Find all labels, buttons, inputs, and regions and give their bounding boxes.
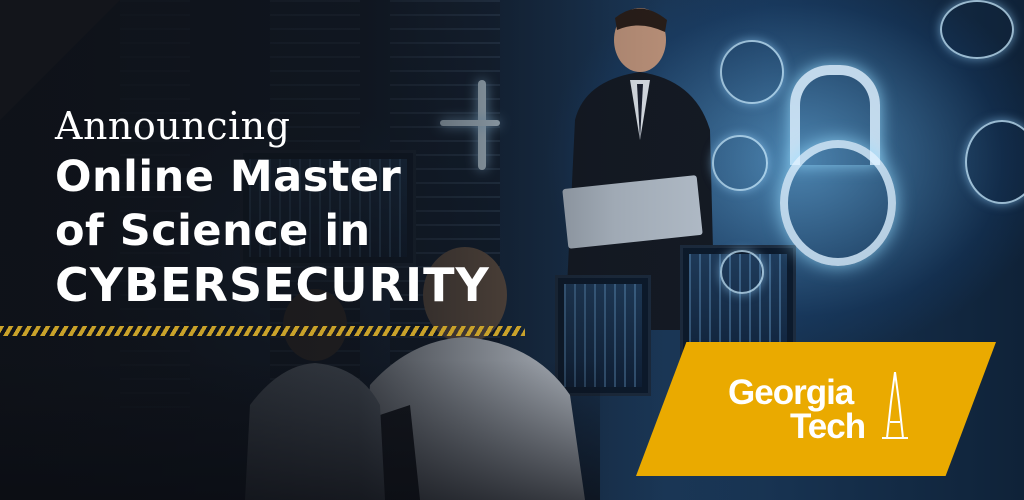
hero-banner: Announcing Online Master of Science in C…	[0, 0, 1024, 500]
corner-shape	[0, 0, 120, 120]
headline: Announcing Online Master of Science in C…	[55, 104, 490, 310]
bottom-vignette	[0, 360, 600, 500]
logo-line-2: Tech	[790, 407, 866, 446]
announcing-text: Announcing	[55, 104, 291, 148]
georgia-tech-logo: Georgia Tech	[728, 375, 866, 446]
program-title-line-2: of Science in	[55, 206, 371, 256]
program-title-line-3: CYBERSECURITY	[55, 258, 490, 312]
program-title-line-1: Online Master	[55, 152, 402, 202]
gold-stripe-divider	[0, 326, 525, 336]
tower-icon	[882, 372, 908, 439]
